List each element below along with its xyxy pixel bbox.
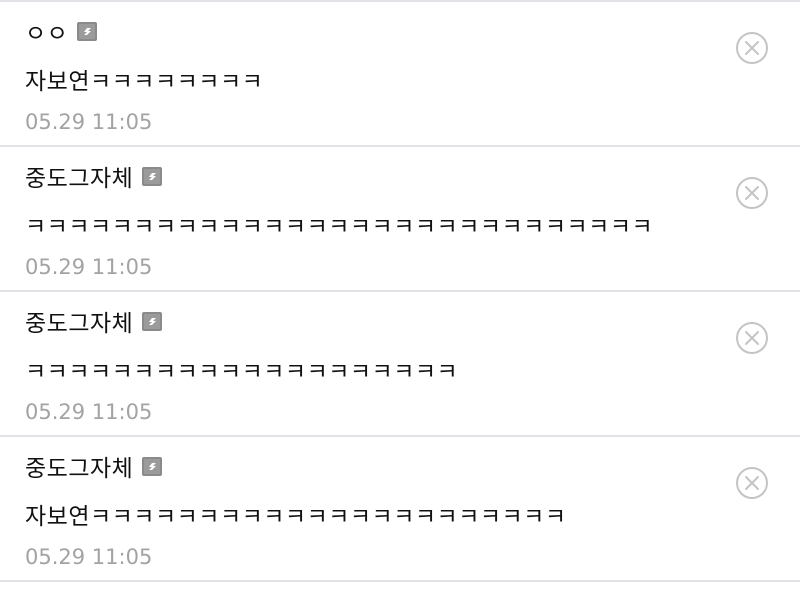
- comment-item: 중도그자체 자보연ㅋㅋㅋㅋㅋㅋㅋㅋㅋㅋㅋㅋㅋㅋㅋㅋㅋㅋㅋㅋㅋㅋ 05.29 11…: [0, 437, 800, 582]
- comment-text: 자보연ㅋㅋㅋㅋㅋㅋㅋㅋㅋㅋㅋㅋㅋㅋㅋㅋㅋㅋㅋㅋㅋㅋ: [25, 504, 567, 530]
- delete-comment-button[interactable]: [735, 321, 769, 355]
- comment-list: ㅇㅇ 자보연ㅋㅋㅋㅋㅋㅋㅋㅋ 05.29 11:05 중도그자체 ㅋㅋㅋㅋㅋㅋㅋ…: [0, 0, 800, 597]
- comment-author-row: 중도그자체: [25, 159, 163, 193]
- comment-author[interactable]: ㅇㅇ: [25, 14, 68, 48]
- delete-comment-button[interactable]: [735, 176, 769, 210]
- comment-timestamp: 05.29 11:05: [25, 110, 153, 134]
- close-circle-icon: [736, 467, 768, 499]
- comment-text: 자보연ㅋㅋㅋㅋㅋㅋㅋㅋ: [25, 69, 264, 95]
- comment-author[interactable]: 중도그자체: [25, 304, 133, 338]
- comment-timestamp: 05.29 11:05: [25, 400, 153, 424]
- close-circle-icon: [736, 177, 768, 209]
- comment-text: ㅋㅋㅋㅋㅋㅋㅋㅋㅋㅋㅋㅋㅋㅋㅋㅋㅋㅋㅋㅋ: [25, 359, 459, 385]
- close-circle-icon: [736, 32, 768, 64]
- comment-author-row: 중도그자체: [25, 304, 163, 338]
- comment-author-row: ㅇㅇ: [25, 14, 98, 48]
- comment-author-row: 중도그자체: [25, 449, 163, 483]
- fixed-nickname-badge-icon: [142, 311, 163, 331]
- delete-comment-button[interactable]: [735, 31, 769, 65]
- comment-author[interactable]: 중도그자체: [25, 159, 133, 193]
- comment-text: ㅋㅋㅋㅋㅋㅋㅋㅋㅋㅋㅋㅋㅋㅋㅋㅋㅋㅋㅋㅋㅋㅋㅋㅋㅋㅋㅋㅋㅋ: [25, 214, 654, 240]
- fixed-nickname-badge-icon: [142, 456, 163, 476]
- comment-timestamp: 05.29 11:05: [25, 255, 153, 279]
- fixed-nickname-badge-icon: [77, 21, 98, 41]
- comment-item: 중도그자체 ㅋㅋㅋㅋㅋㅋㅋㅋㅋㅋㅋㅋㅋㅋㅋㅋㅋㅋㅋㅋㅋㅋㅋㅋㅋㅋㅋㅋㅋ 05.2…: [0, 147, 800, 292]
- delete-comment-button[interactable]: [735, 466, 769, 500]
- comment-item: ㅇㅇ 자보연ㅋㅋㅋㅋㅋㅋㅋㅋ 05.29 11:05: [0, 2, 800, 147]
- close-circle-icon: [736, 322, 768, 354]
- comment-item: 중도그자체 ㅋㅋㅋㅋㅋㅋㅋㅋㅋㅋㅋㅋㅋㅋㅋㅋㅋㅋㅋㅋ 05.29 11:05: [0, 292, 800, 437]
- comment-author[interactable]: 중도그자체: [25, 449, 133, 483]
- comment-timestamp: 05.29 11:05: [25, 545, 153, 569]
- fixed-nickname-badge-icon: [142, 166, 163, 186]
